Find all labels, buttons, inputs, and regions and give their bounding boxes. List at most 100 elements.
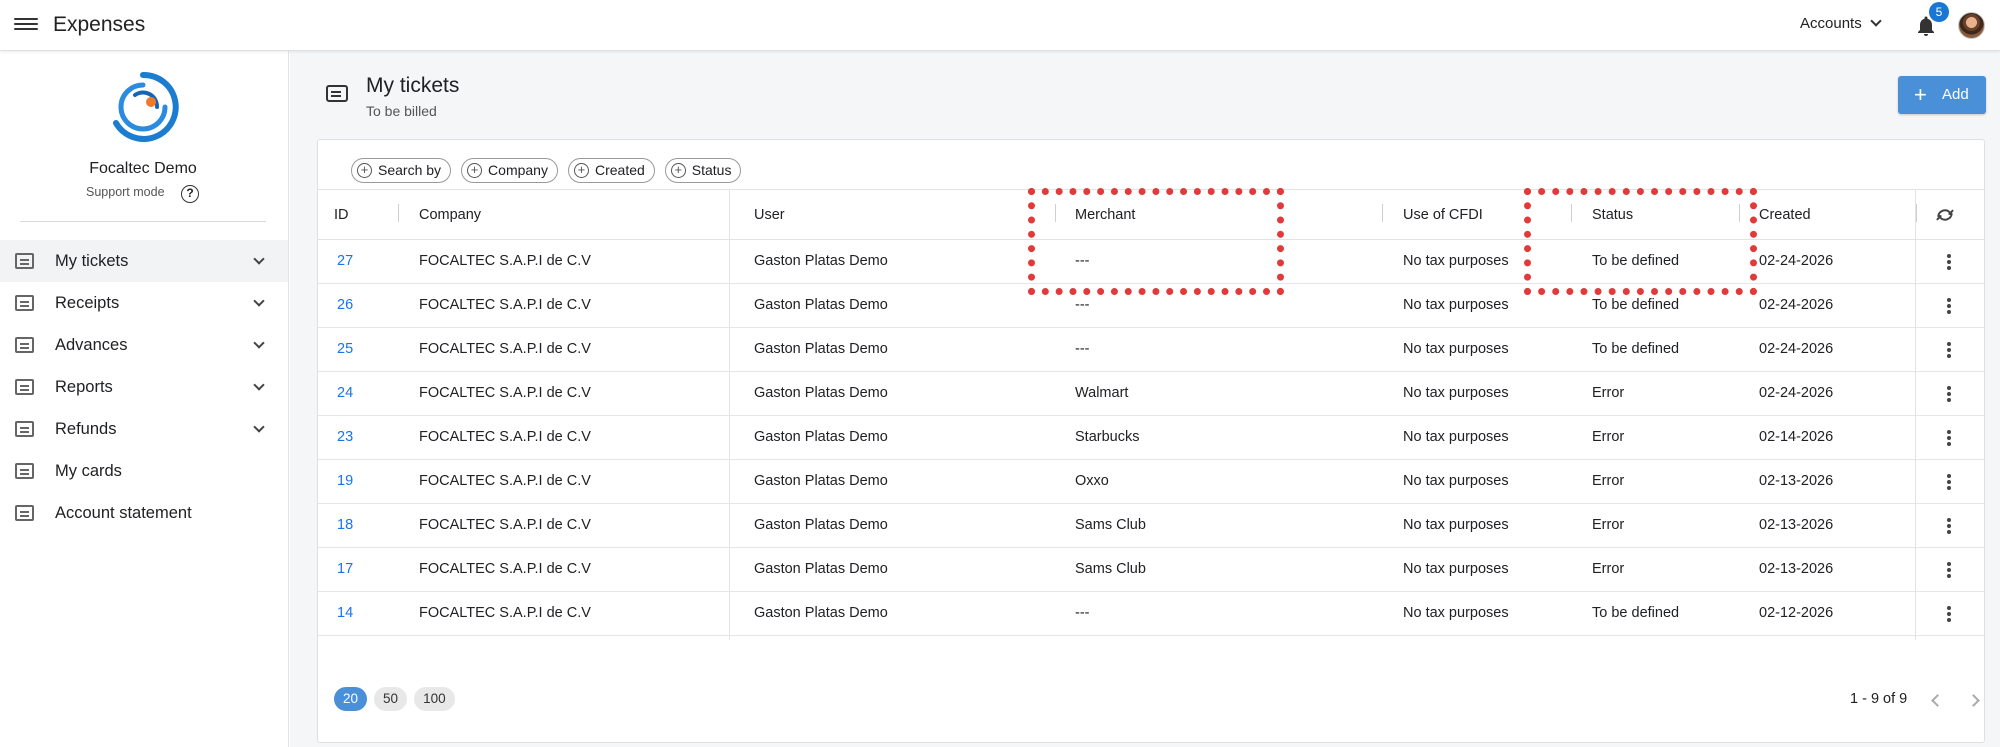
ticket-id-link[interactable]: 17 [337,561,353,577]
page-size-50[interactable]: 50 [374,687,408,711]
column-header-id[interactable]: ID [334,207,349,223]
sidebar-item-label: Reports [55,377,113,396]
table-row[interactable]: 14 FOCALTEC S.A.P.I de C.V Gaston Platas D… [318,592,1984,636]
filter-chip-label: Company [488,162,548,178]
status-cell: To be defined [1592,605,1680,621]
sidebar-item-my-cards[interactable]: My cards [0,450,288,492]
sidebar-item-account-statement[interactable]: Account statement [0,492,288,534]
company-cell: FOCALTEC S.A.P.I de C.V [419,561,591,577]
created-cell: 02-24-2026 [1759,385,1834,401]
more-vert-icon[interactable] [1946,560,1952,580]
ticket-id-link[interactable]: 14 [337,605,353,621]
cfdi-cell: No tax purposes [1403,253,1509,269]
status-cell: Error [1592,429,1625,445]
cfdi-cell: No tax purposes [1403,561,1509,577]
ticket-id-link[interactable]: 19 [337,473,353,489]
refresh-icon[interactable] [1932,202,1958,228]
page-size-100[interactable]: 100 [414,687,455,711]
sidebar-item-label: Account statement [55,503,192,522]
created-cell: 02-14-2026 [1759,429,1834,445]
sidebar-item-refunds[interactable]: Refunds [0,408,288,450]
chevron-right-icon[interactable] [1967,694,1980,707]
table-row[interactable]: 26 FOCALTEC S.A.P.I de C.V Gaston Platas D… [318,284,1984,328]
column-header-use-of-cfdi[interactable]: Use of CFDI [1403,207,1483,223]
user-cell: Gaston Platas Demo [754,473,888,489]
filter-chip-label: Search by [378,162,442,178]
hamburger-menu-icon[interactable] [14,15,38,35]
chevron-down-icon [1870,15,1882,27]
cfdi-cell: No tax purposes [1403,605,1509,621]
filter-chip-label: Created [594,162,645,178]
filter-chip-created[interactable]: + Created [567,158,655,183]
cash-icon [15,337,34,353]
sidebar-item-label: Advances [55,335,128,354]
table-row[interactable]: 17 FOCALTEC S.A.P.I de C.V Gaston Platas D… [318,548,1984,592]
column-header-merchant[interactable]: Merchant [1075,207,1135,223]
ticket-id-link[interactable]: 24 [337,385,353,401]
ticket-id-link[interactable]: 27 [337,253,353,269]
sidebar-item-label: Receipts [55,293,120,312]
table-row[interactable]: 27 FOCALTEC S.A.P.I de C.V Gaston Platas D… [318,240,1984,284]
more-vert-icon[interactable] [1946,472,1952,492]
add-button[interactable]: + Add [1898,76,1986,114]
table-row[interactable]: 24 FOCALTEC S.A.P.I de C.V Gaston Platas D… [318,372,1984,416]
status-cell: To be defined [1592,297,1680,313]
filter-chip-search-by[interactable]: + Search by [351,158,452,183]
sidebar: Focaltec Demo Support mode ? My tickets … [0,51,289,747]
user-cell: Gaston Platas Demo [754,517,888,533]
plus-circle-icon: + [357,163,372,178]
status-cell: Error [1592,517,1625,533]
filter-chip-status[interactable]: + Status [664,158,742,183]
column-separator [1382,204,1383,222]
more-vert-icon[interactable] [1946,604,1952,624]
merchant-cell: --- [1075,297,1090,313]
accounts-label: Accounts [1800,15,1862,32]
sidebar-item-label: Refunds [55,419,117,438]
plus-circle-icon: + [467,163,483,178]
more-vert-icon[interactable] [1946,252,1952,272]
ticket-id-link[interactable]: 26 [337,297,353,313]
accounts-dropdown[interactable]: Accounts [1800,15,1882,32]
created-cell: 02-12-2026 [1759,605,1834,621]
column-header-status[interactable]: Status [1592,207,1633,223]
filter-chip-company[interactable]: + Company [461,158,558,183]
ticket-id-link[interactable]: 23 [337,429,353,445]
plus-icon: + [1914,82,1927,107]
column-header-user[interactable]: User [754,207,785,223]
user-cell: Gaston Platas Demo [754,605,888,621]
chevron-down-icon [253,253,265,265]
table-row[interactable]: 19 FOCALTEC S.A.P.I de C.V Gaston Platas D… [318,460,1984,504]
table-row[interactable]: 18 FOCALTEC S.A.P.I de C.V Gaston Platas D… [318,504,1984,548]
table-row[interactable]: 25 FOCALTEC S.A.P.I de C.V Gaston Platas D… [318,328,1984,372]
table-row[interactable]: 23 FOCALTEC S.A.P.I de C.V Gaston Platas D… [318,416,1984,460]
focaltec-logo [113,71,179,142]
help-icon[interactable]: ? [181,185,199,203]
status-cell: Error [1592,385,1625,401]
top-bar: Expenses Accounts 5 [0,0,2000,51]
support-mode-label: Support mode [86,185,165,199]
more-vert-icon[interactable] [1946,516,1952,536]
more-vert-icon[interactable] [1946,428,1952,448]
sidebar-item-my-tickets[interactable]: My tickets [0,240,288,282]
page-size-20[interactable]: 20 [334,687,368,711]
refund-icon [15,421,34,437]
chevron-left-icon[interactable] [1931,694,1944,707]
sidebar-item-advances[interactable]: Advances [0,324,288,366]
ticket-id-link[interactable]: 18 [337,517,353,533]
cfdi-cell: No tax purposes [1403,429,1509,445]
column-separator [1055,204,1056,222]
ticket-id-link[interactable]: 25 [337,341,353,357]
chevron-down-icon [253,421,265,433]
more-vert-icon[interactable] [1946,384,1952,404]
company-cell: FOCALTEC S.A.P.I de C.V [419,473,591,489]
column-header-company[interactable]: Company [419,207,481,223]
sidebar-item-reports[interactable]: Reports [0,366,288,408]
more-vert-icon[interactable] [1946,296,1952,316]
sidebar-item-receipts[interactable]: Receipts [0,282,288,324]
chevron-down-icon [253,379,265,391]
user-avatar[interactable] [1958,12,1985,39]
column-header-created[interactable]: Created [1759,207,1811,223]
filter-bar: + Search by + Company + Created + Status [351,158,742,183]
created-cell: 02-24-2026 [1759,297,1834,313]
more-vert-icon[interactable] [1946,340,1952,360]
